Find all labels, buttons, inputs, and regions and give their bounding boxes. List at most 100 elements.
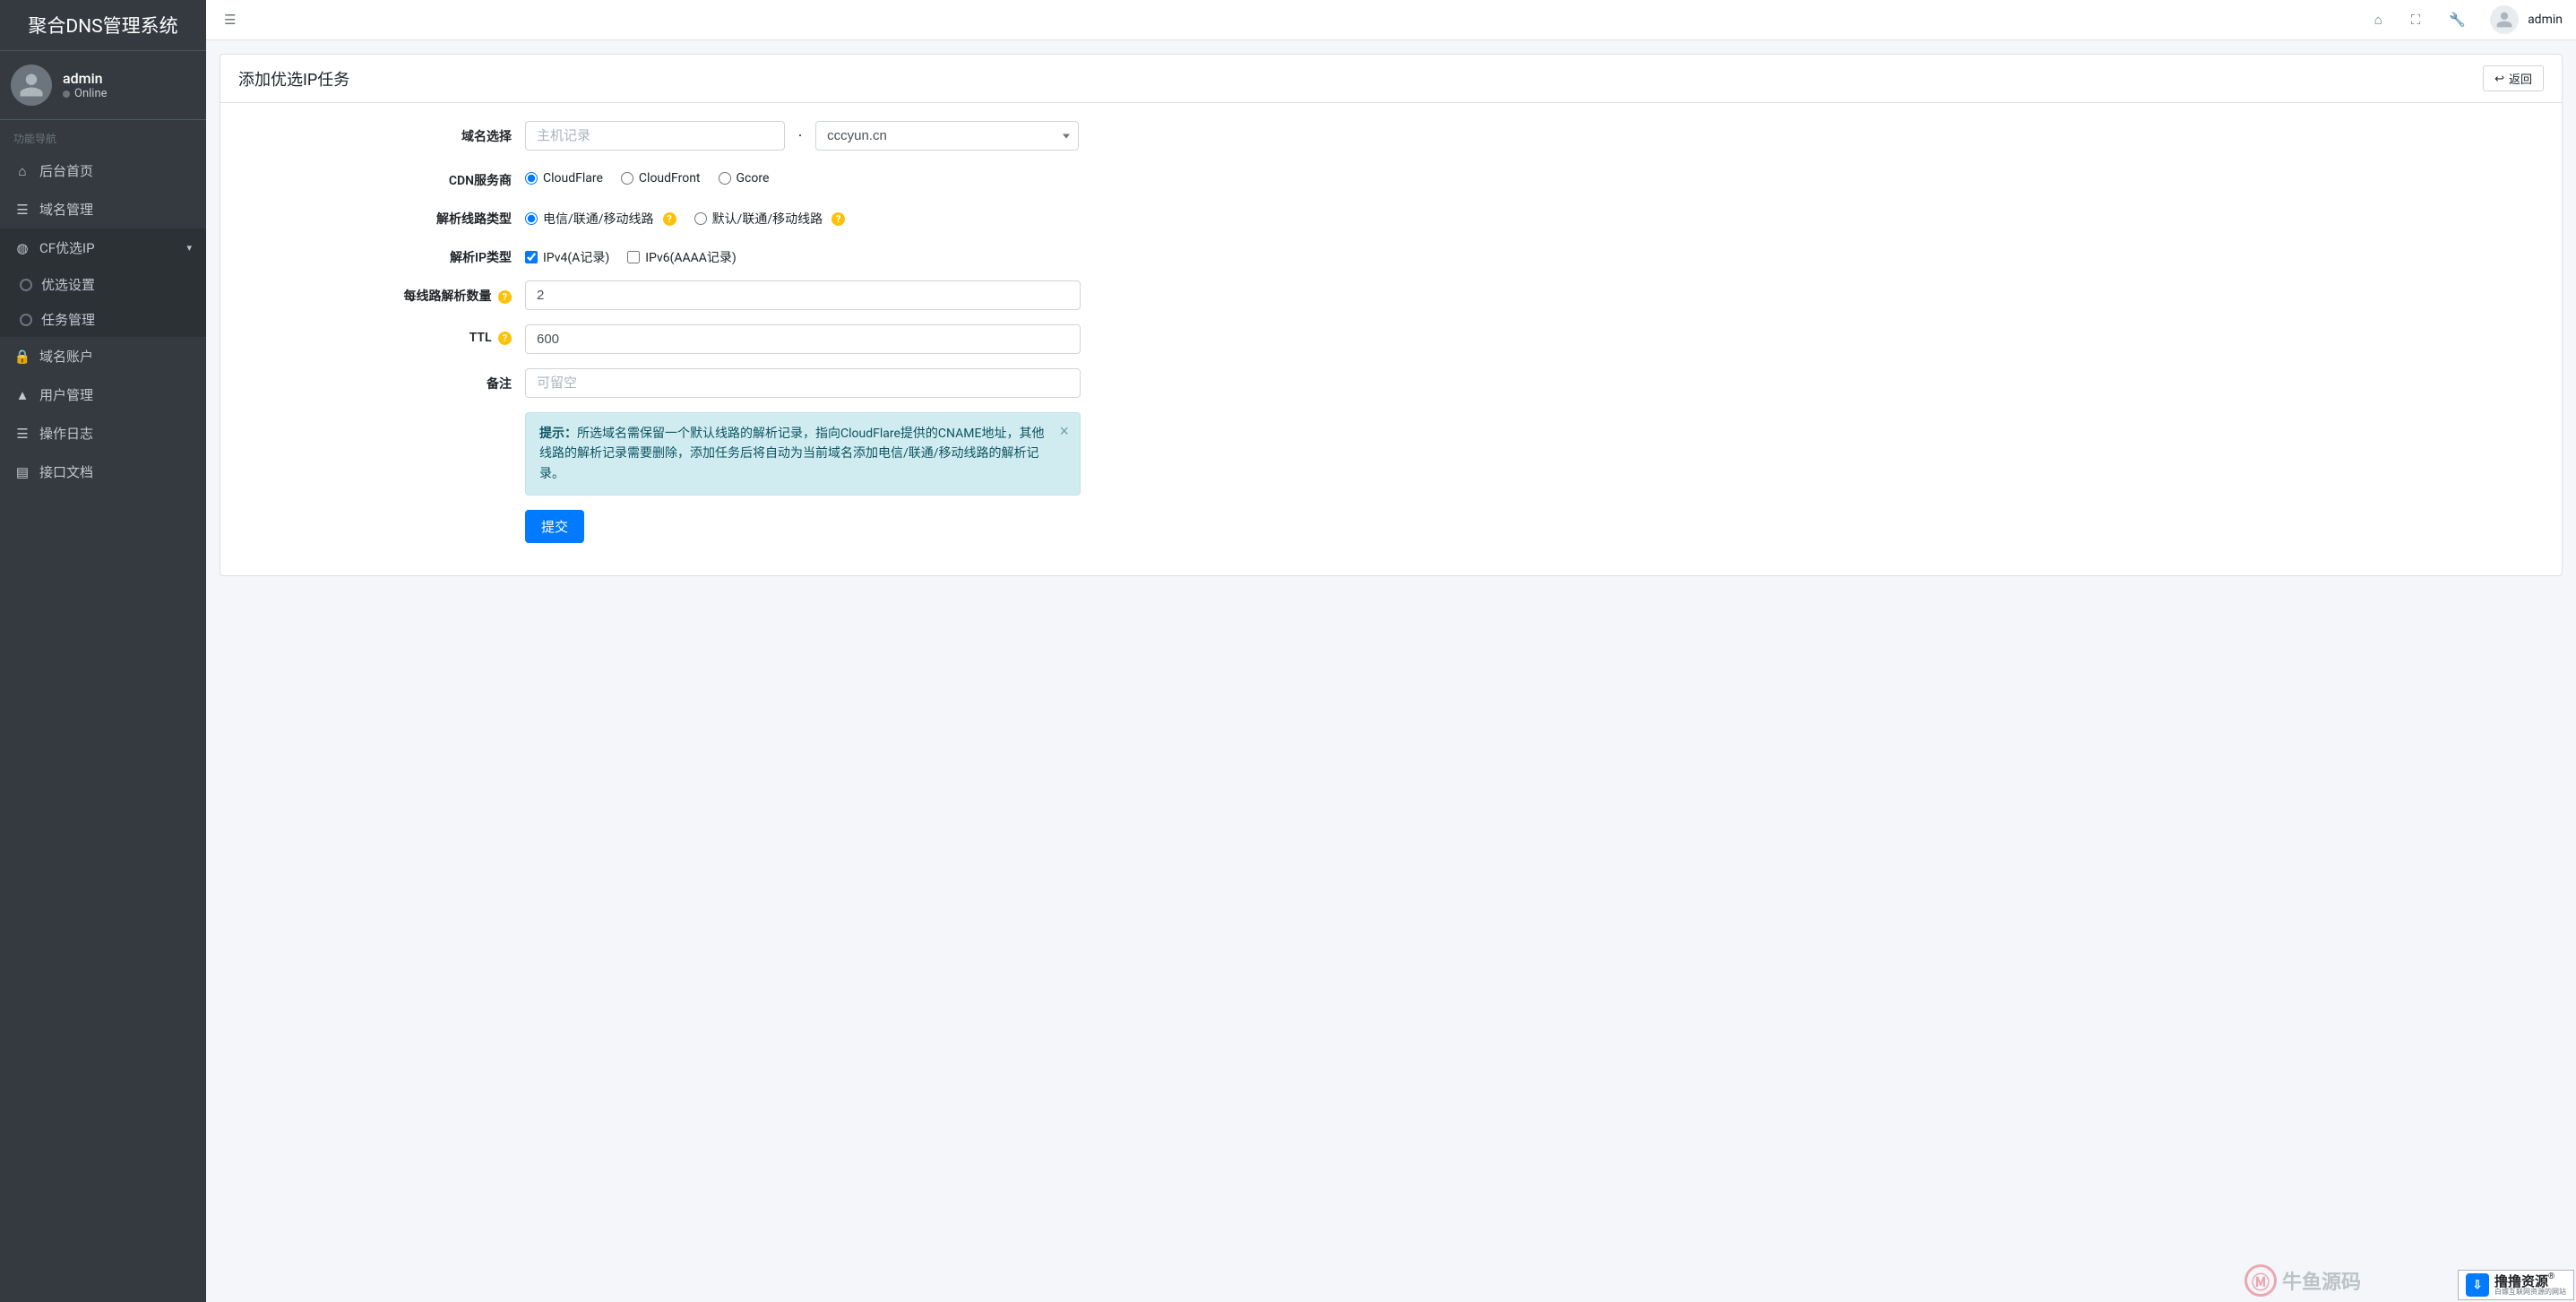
sidebar-section-title: 功能导航 — [0, 120, 206, 151]
submit-button[interactable]: 提交 — [525, 510, 584, 543]
close-icon: × — [1059, 422, 1069, 440]
radio-input[interactable] — [525, 172, 538, 185]
radio-input[interactable] — [694, 212, 707, 225]
remark-input[interactable] — [525, 368, 1081, 398]
form-card: 添加优选IP任务 ↩ 返回 域名选择 · — [220, 54, 2563, 576]
form-row-ttl: TTL ? — [238, 324, 2544, 354]
settings-button[interactable]: 🔧 — [2444, 7, 2470, 32]
sidebar-subitem-optimize-settings[interactable]: 优选设置 — [0, 267, 206, 302]
hamburger-icon: ☰ — [224, 13, 236, 28]
form-row-cdn: CDN服务商 CloudFlare CloudFront — [238, 165, 2544, 189]
sidebar-subitem-label: 任务管理 — [41, 310, 95, 329]
checkbox-label: IPv6(AAAA记录) — [645, 248, 737, 266]
line-type-option-default[interactable]: 默认/联通/移动线路 ? — [694, 210, 846, 228]
form-row-domain: 域名选择 · — [238, 121, 2544, 151]
home-icon: ⌂ — [2374, 13, 2382, 28]
help-icon[interactable]: ? — [498, 290, 512, 304]
list-icon: ☰ — [14, 426, 30, 442]
circle-icon — [20, 314, 32, 326]
alert-close-button[interactable]: × — [1059, 422, 1069, 441]
help-icon[interactable]: ? — [663, 212, 676, 226]
watermark-niuyu: Ⓜ 牛鱼源码 — [2244, 1264, 2361, 1297]
radio-label: Gcore — [737, 171, 770, 185]
fullscreen-button[interactable]: ⛶ — [2407, 8, 2425, 32]
watermark-lulu: ⇩ 撸撸资源® 白嫖互联网资源的网站 — [2458, 1270, 2574, 1300]
alert-text: 所选域名需保留一个默认线路的解析记录，指向CloudFlare提供的CNAME地… — [539, 427, 1044, 481]
cdn-option-cloudflare[interactable]: CloudFlare — [525, 171, 603, 185]
expand-icon: ⛶ — [2411, 13, 2421, 28]
form-row-count: 每线路解析数量 ? — [238, 280, 2544, 310]
radio-input[interactable] — [525, 212, 538, 225]
sidebar-user-status: Online — [63, 87, 108, 100]
radio-input[interactable] — [621, 172, 633, 185]
back-button-label: 返回 — [2509, 70, 2532, 87]
domain-label: 域名选择 — [238, 121, 525, 145]
topbar: ☰ ⌂ ⛶ 🔧 admin — [206, 0, 2576, 40]
page-title: 添加优选IP任务 — [238, 67, 349, 91]
sidebar-item-operation-log[interactable]: ☰ 操作日志 — [0, 414, 206, 453]
user-icon: ▲ — [14, 387, 30, 403]
host-record-input[interactable] — [525, 121, 785, 151]
sidebar-item-domain-manage[interactable]: ☰ 域名管理 — [0, 190, 206, 228]
book-icon: ▤ — [14, 464, 30, 480]
line-type-label: 解析线路类型 — [238, 203, 525, 228]
wrench-icon: 🔧 — [2449, 13, 2466, 28]
cdn-label: CDN服务商 — [238, 165, 525, 189]
app-brand: 聚合DNS管理系统 — [0, 0, 206, 51]
menu-toggle-button[interactable]: ☰ — [220, 7, 240, 32]
radio-label: 默认/联通/移动线路 — [712, 210, 823, 228]
sidebar-subitem-label: 优选设置 — [41, 275, 95, 294]
sidebar-item-label: CF优选IP — [39, 238, 95, 257]
form-row-ip-type: 解析IP类型 IPv4(A记录) IPv6(AAAA记录) — [238, 242, 2544, 266]
sidebar-user-panel[interactable]: admin Online — [0, 51, 206, 120]
download-icon: ⇩ — [2466, 1273, 2489, 1297]
sidebar-item-domain-account[interactable]: 🔒 域名账户 — [0, 337, 206, 375]
circle-icon — [20, 279, 32, 291]
topbar-user-name: admin — [2528, 13, 2563, 27]
alert-prefix: 提示： — [539, 427, 577, 441]
main-content: 添加优选IP任务 ↩ 返回 域名选择 · — [206, 0, 2576, 1302]
sidebar-item-label: 接口文档 — [39, 462, 93, 481]
globe-icon: ◍ — [14, 240, 30, 256]
help-icon[interactable]: ? — [498, 332, 512, 345]
line-type-option-carriers[interactable]: 电信/联通/移动线路 ? — [525, 210, 676, 228]
sidebar-item-dashboard[interactable]: ⌂ 后台首页 — [0, 151, 206, 190]
form-row-alert: 提示：所选域名需保留一个默认线路的解析记录，指向CloudFlare提供的CNA… — [238, 412, 2544, 496]
list-icon: ☰ — [14, 202, 30, 218]
radio-label: CloudFront — [639, 171, 701, 185]
sidebar-item-label: 操作日志 — [39, 424, 93, 443]
domain-select[interactable] — [815, 121, 1079, 151]
home-button[interactable]: ⌂ — [2370, 8, 2387, 32]
checkbox-label: IPv4(A记录) — [543, 248, 609, 266]
back-button[interactable]: ↩ 返回 — [2483, 65, 2544, 91]
radio-input[interactable] — [719, 172, 731, 185]
ip-type-ipv4[interactable]: IPv4(A记录) — [525, 248, 609, 266]
form-row-line-type: 解析线路类型 电信/联通/移动线路 ? 默认/联通/移动线路 ? — [238, 203, 2544, 228]
sidebar-user-name: admin — [63, 70, 108, 87]
sidebar-item-api-docs[interactable]: ▤ 接口文档 — [0, 453, 206, 491]
cdn-option-cloudfront[interactable]: CloudFront — [621, 171, 701, 185]
sidebar-item-label: 用户管理 — [39, 385, 93, 404]
ttl-input[interactable] — [525, 324, 1081, 354]
cdn-option-gcore[interactable]: Gcore — [719, 171, 770, 185]
reply-icon: ↩ — [2494, 72, 2504, 86]
remark-label: 备注 — [238, 368, 525, 392]
sidebar-item-user-manage[interactable]: ▲ 用户管理 — [0, 375, 206, 414]
bull-icon: Ⓜ — [2244, 1264, 2277, 1297]
sidebar-subitem-task-manage[interactable]: 任务管理 — [0, 302, 206, 337]
ttl-label: TTL ? — [238, 324, 525, 345]
sidebar-item-label: 域名账户 — [39, 347, 93, 366]
topbar-user-menu[interactable]: admin — [2490, 5, 2563, 34]
ip-type-ipv6[interactable]: IPv6(AAAA记录) — [627, 248, 737, 266]
form-row-submit: 提交 — [238, 510, 2544, 543]
card-header: 添加优选IP任务 ↩ 返回 — [220, 55, 2562, 103]
checkbox-input[interactable] — [627, 251, 640, 263]
sidebar-item-label: 域名管理 — [39, 200, 93, 219]
radio-label: 电信/联通/移动线路 — [543, 210, 654, 228]
count-input[interactable] — [525, 280, 1081, 310]
checkbox-input[interactable] — [525, 251, 538, 263]
sidebar-item-cf-optimize[interactable]: ◍ CF优选IP ▾ — [0, 228, 206, 267]
info-alert: 提示：所选域名需保留一个默认线路的解析记录，指向CloudFlare提供的CNA… — [525, 412, 1081, 496]
help-icon[interactable]: ? — [831, 212, 845, 226]
count-label: 每线路解析数量 ? — [238, 280, 525, 305]
